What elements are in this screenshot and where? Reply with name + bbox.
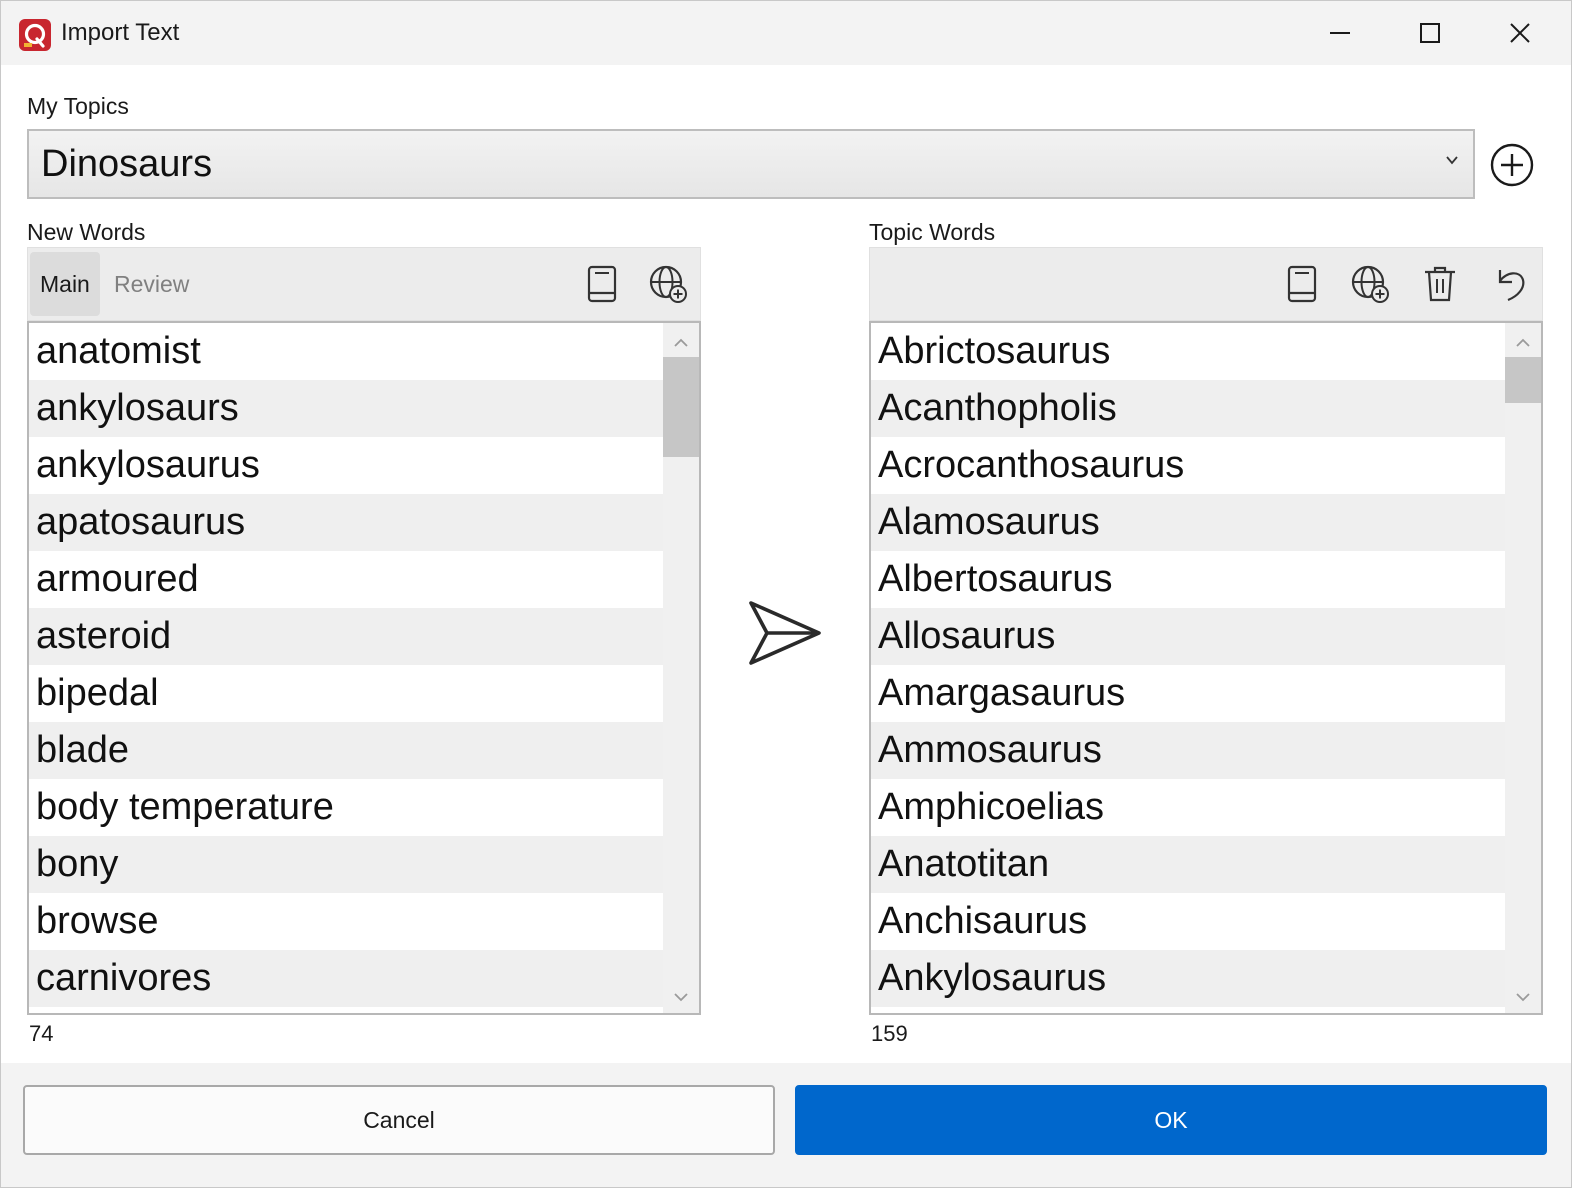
new-words-web-button[interactable] bbox=[648, 262, 688, 306]
topic-words-toolbar bbox=[869, 247, 1543, 321]
list-item[interactable]: bony bbox=[29, 836, 663, 893]
list-item[interactable]: Amargasaurus bbox=[871, 665, 1505, 722]
list-item[interactable]: body temperature bbox=[29, 779, 663, 836]
topic-words-scrollbar[interactable] bbox=[1505, 323, 1541, 1013]
new-words-count: 74 bbox=[29, 1021, 54, 1046]
new-words-scrollbar[interactable] bbox=[663, 323, 699, 1013]
topic-words-list[interactable]: Abrictosaurus Acanthopholis Acrocanthosa… bbox=[869, 321, 1543, 1015]
book-icon bbox=[1287, 265, 1317, 303]
list-item[interactable]: Anatotitan bbox=[871, 836, 1505, 893]
tab-main[interactable]: Main bbox=[30, 252, 100, 316]
list-item[interactable]: asteroid bbox=[29, 608, 663, 665]
minimize-button[interactable] bbox=[1295, 1, 1385, 65]
new-words-label: New Words bbox=[27, 219, 146, 245]
list-item[interactable]: Abrictosaurus bbox=[871, 323, 1505, 380]
list-item[interactable]: Ankylosaurus bbox=[871, 950, 1505, 1007]
topic-dropdown[interactable]: Dinosaurs bbox=[27, 129, 1475, 199]
topic-words-count: 159 bbox=[871, 1021, 908, 1046]
list-item[interactable]: Alamosaurus bbox=[871, 494, 1505, 551]
book-icon bbox=[587, 265, 617, 303]
tab-review[interactable]: Review bbox=[104, 252, 199, 316]
list-item[interactable]: Ammosaurus bbox=[871, 722, 1505, 779]
list-item[interactable]: blade bbox=[29, 722, 663, 779]
new-words-list[interactable]: anatomist ankylosaurs ankylosaurus apato… bbox=[27, 321, 701, 1015]
scroll-down-icon[interactable] bbox=[1513, 989, 1533, 1005]
scrollbar-thumb[interactable] bbox=[1505, 357, 1541, 403]
chevron-down-icon bbox=[1446, 156, 1458, 165]
maximize-icon bbox=[1420, 23, 1440, 43]
topic-words-rows: Abrictosaurus Acanthopholis Acrocanthosa… bbox=[871, 323, 1505, 1007]
topic-words-delete-button[interactable] bbox=[1420, 262, 1460, 306]
list-item[interactable]: anatomist bbox=[29, 323, 663, 380]
title-bar: Import Text bbox=[1, 1, 1571, 65]
new-words-rows: anatomist ankylosaurs ankylosaurus apato… bbox=[29, 323, 663, 1007]
add-topic-button[interactable] bbox=[1488, 141, 1536, 189]
topic-words-label: Topic Words bbox=[869, 219, 996, 245]
new-words-toolbar: Main Review bbox=[27, 247, 701, 321]
scroll-down-icon[interactable] bbox=[671, 989, 691, 1005]
list-item[interactable]: armoured bbox=[29, 551, 663, 608]
globe-add-icon bbox=[649, 265, 687, 303]
app-icon bbox=[19, 19, 51, 51]
scroll-up-icon[interactable] bbox=[671, 335, 691, 351]
new-words-dictionary-button[interactable] bbox=[582, 262, 622, 306]
list-item[interactable]: Acanthopholis bbox=[871, 380, 1505, 437]
cancel-button[interactable]: Cancel bbox=[23, 1085, 775, 1155]
list-item[interactable]: Amphicoelias bbox=[871, 779, 1505, 836]
window-title: Import Text bbox=[61, 19, 180, 46]
scrollbar-thumb[interactable] bbox=[663, 357, 699, 457]
close-icon bbox=[1510, 23, 1530, 43]
minimize-icon bbox=[1330, 32, 1350, 34]
scroll-up-icon[interactable] bbox=[1513, 335, 1533, 351]
topic-dropdown-value: Dinosaurs bbox=[41, 143, 213, 185]
import-text-dialog: Import Text My Topics Dinosaurs New Word… bbox=[0, 0, 1572, 1188]
close-button[interactable] bbox=[1475, 1, 1565, 65]
list-item[interactable]: apatosaurus bbox=[29, 494, 663, 551]
list-item[interactable]: Albertosaurus bbox=[871, 551, 1505, 608]
list-item[interactable]: Anchisaurus bbox=[871, 893, 1505, 950]
maximize-button[interactable] bbox=[1385, 1, 1475, 65]
list-item[interactable]: carnivores bbox=[29, 950, 663, 1007]
trash-icon bbox=[1425, 266, 1455, 302]
my-topics-label: My Topics bbox=[27, 93, 129, 119]
list-item[interactable]: browse bbox=[29, 893, 663, 950]
list-item[interactable]: ankylosaurs bbox=[29, 380, 663, 437]
dialog-footer: Cancel OK bbox=[1, 1063, 1571, 1187]
globe-add-icon bbox=[1351, 265, 1389, 303]
undo-icon bbox=[1498, 270, 1525, 302]
ok-button[interactable]: OK bbox=[795, 1085, 1547, 1155]
list-item[interactable]: Allosaurus bbox=[871, 608, 1505, 665]
list-item[interactable]: bipedal bbox=[29, 665, 663, 722]
list-item[interactable]: ankylosaurus bbox=[29, 437, 663, 494]
list-item[interactable]: Acrocanthosaurus bbox=[871, 437, 1505, 494]
send-to-topic-button[interactable] bbox=[745, 597, 825, 669]
topic-words-web-button[interactable] bbox=[1350, 262, 1390, 306]
topic-words-dictionary-button[interactable] bbox=[1282, 262, 1322, 306]
topic-words-undo-button[interactable] bbox=[1490, 262, 1530, 306]
